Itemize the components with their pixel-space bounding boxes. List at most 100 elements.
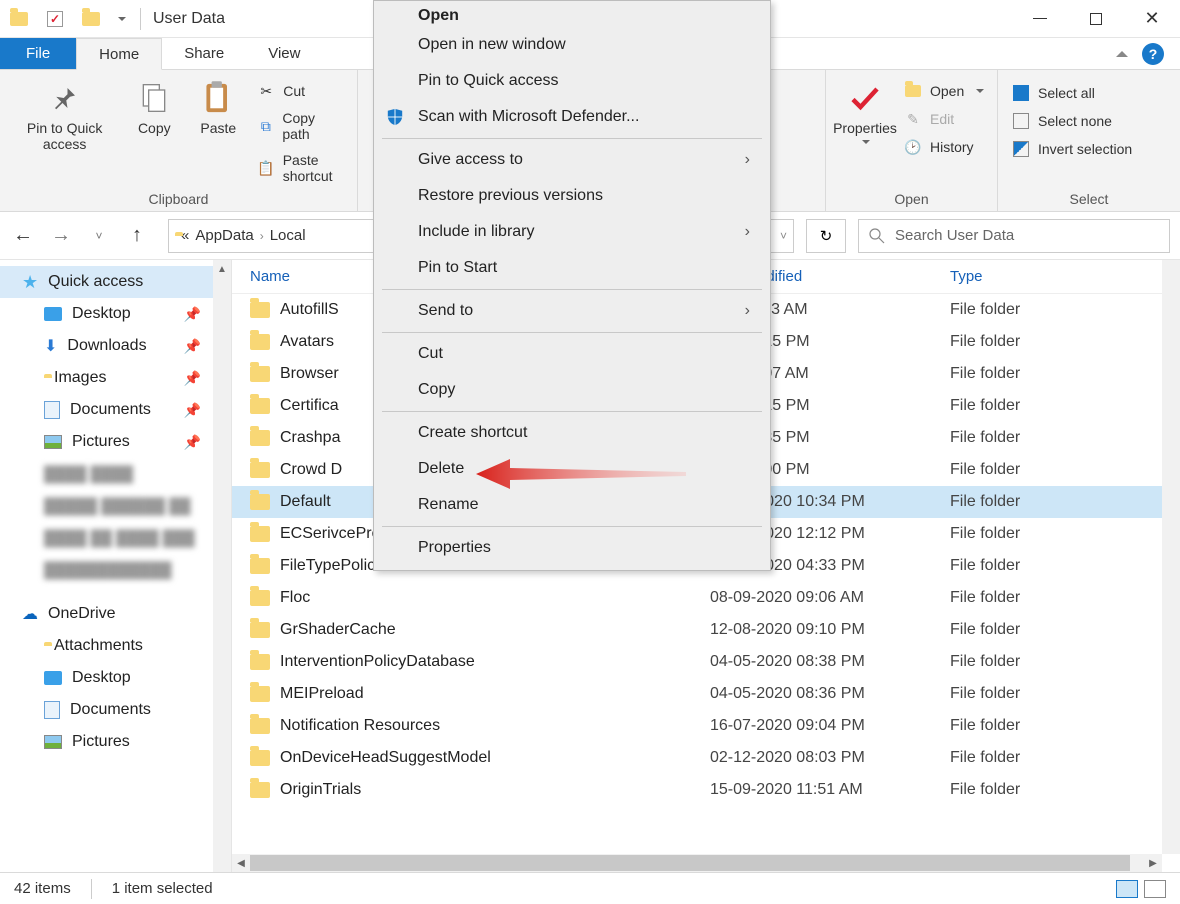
folder-icon xyxy=(8,8,30,30)
sidebar-images[interactable]: Images📌 xyxy=(0,362,231,394)
ctx-rename[interactable]: Rename xyxy=(374,487,770,523)
nav-recent-dropdown[interactable]: ˅ xyxy=(86,229,112,243)
sidebar-blurred-item[interactable]: ████████████ xyxy=(0,554,231,586)
ctx-properties[interactable]: Properties xyxy=(374,530,770,566)
folder-icon xyxy=(250,494,270,510)
sidebar: ▲ ★Quick access Desktop📌 ⬇Downloads📌 Ima… xyxy=(0,260,232,872)
breadcrumb-local[interactable]: Local xyxy=(270,227,306,244)
file-row[interactable]: OriginTrials15-09-2020 11:51 AMFile fold… xyxy=(232,774,1180,806)
ctx-send-to[interactable]: Send to› xyxy=(374,293,770,329)
file-type: File folder xyxy=(950,749,1180,767)
file-name: Notification Resources xyxy=(280,717,440,735)
search-input[interactable]: Search User Data xyxy=(858,219,1170,253)
folder-icon xyxy=(250,590,270,606)
refresh-button[interactable]: ↻ xyxy=(806,219,846,253)
sidebar-desktop[interactable]: Desktop📌 xyxy=(0,298,231,330)
copy-button[interactable]: Copy xyxy=(125,76,183,140)
file-type: File folder xyxy=(950,685,1180,703)
tab-view[interactable]: View xyxy=(246,38,322,69)
group-open-label: Open xyxy=(836,189,987,209)
qat-folder-icon[interactable] xyxy=(80,8,102,30)
file-row[interactable]: MEIPreload04-05-2020 08:36 PMFile folder xyxy=(232,678,1180,710)
file-row[interactable]: InterventionPolicyDatabase04-05-2020 08:… xyxy=(232,646,1180,678)
sidebar-blurred-item[interactable]: ████ ████ xyxy=(0,458,231,490)
history-button[interactable]: 🕑History xyxy=(900,136,988,158)
window-title: User Data xyxy=(153,10,225,28)
vertical-scrollbar[interactable] xyxy=(1162,260,1180,854)
paste-shortcut-button[interactable]: 📋Paste shortcut xyxy=(253,150,347,186)
view-icons-button[interactable] xyxy=(1144,880,1166,898)
chevron-down-icon[interactable]: ˅ xyxy=(780,229,787,243)
sidebar-attachments[interactable]: Attachments xyxy=(0,630,231,662)
pin-quick-access-button[interactable]: Pin to Quick access xyxy=(10,76,119,156)
sidebar-blurred-item[interactable]: █████ ██████ ██ xyxy=(0,490,231,522)
paste-button[interactable]: Paste xyxy=(189,76,247,140)
ctx-pin-start[interactable]: Pin to Start xyxy=(374,250,770,286)
sidebar-od-pictures[interactable]: Pictures xyxy=(0,726,231,758)
ctx-scan-defender[interactable]: Scan with Microsoft Defender... xyxy=(374,99,770,135)
file-row[interactable]: OnDeviceHeadSuggestModel02-12-2020 08:03… xyxy=(232,742,1180,774)
qat-properties-icon[interactable] xyxy=(44,8,66,30)
copy-path-button[interactable]: ⧉Copy path xyxy=(253,108,347,144)
sidebar-downloads[interactable]: ⬇Downloads📌 xyxy=(0,330,231,362)
search-icon xyxy=(869,228,885,244)
file-row[interactable]: Notification Resources16-07-2020 09:04 P… xyxy=(232,710,1180,742)
collapse-ribbon-icon[interactable] xyxy=(1116,51,1128,57)
view-details-button[interactable] xyxy=(1116,880,1138,898)
file-name: Certifica xyxy=(280,397,339,415)
breadcrumb-appdata[interactable]: AppData xyxy=(195,227,253,244)
sidebar-od-documents[interactable]: Documents xyxy=(0,694,231,726)
select-none-button[interactable]: Select none xyxy=(1008,110,1136,132)
file-type: File folder xyxy=(950,653,1180,671)
nav-up-button[interactable]: ↑ xyxy=(124,224,150,247)
tab-share[interactable]: Share xyxy=(162,38,246,69)
chevron-right-icon: › xyxy=(745,151,750,169)
sidebar-pictures[interactable]: Pictures📌 xyxy=(0,426,231,458)
ctx-cut[interactable]: Cut xyxy=(374,336,770,372)
properties-button[interactable]: Properties xyxy=(836,76,894,148)
sidebar-blurred-item[interactable]: ████ ██ ████ ███ xyxy=(0,522,231,554)
file-type: File folder xyxy=(950,621,1180,639)
ctx-delete[interactable]: Delete xyxy=(374,451,770,487)
ctx-pin-quick-access[interactable]: Pin to Quick access xyxy=(374,63,770,99)
minimize-button[interactable] xyxy=(1012,0,1068,38)
ctx-restore-versions[interactable]: Restore previous versions xyxy=(374,178,770,214)
cut-button[interactable]: ✂Cut xyxy=(253,80,347,102)
folder-icon xyxy=(250,366,270,382)
sidebar-onedrive[interactable]: ☁OneDrive xyxy=(0,598,231,630)
select-all-button[interactable]: Select all xyxy=(1008,82,1136,104)
open-button[interactable]: Open xyxy=(900,80,988,102)
folder-icon xyxy=(250,558,270,574)
ctx-create-shortcut[interactable]: Create shortcut xyxy=(374,415,770,451)
sidebar-quick-access[interactable]: ★Quick access xyxy=(0,266,231,298)
horizontal-scrollbar[interactable]: ◀▶ xyxy=(232,854,1162,872)
close-button[interactable]: ✕ xyxy=(1124,0,1180,38)
file-row[interactable]: GrShaderCache12-08-2020 09:10 PMFile fol… xyxy=(232,614,1180,646)
col-type[interactable]: Type xyxy=(950,268,1180,285)
file-type: File folder xyxy=(950,397,1180,415)
sidebar-documents[interactable]: Documents📌 xyxy=(0,394,231,426)
chevron-right-icon: › xyxy=(745,223,750,241)
ctx-give-access[interactable]: Give access to› xyxy=(374,142,770,178)
ctx-copy[interactable]: Copy xyxy=(374,372,770,408)
edit-button[interactable]: ✎Edit xyxy=(900,108,988,130)
nav-back-button[interactable]: ← xyxy=(10,224,36,247)
ctx-open-new-window[interactable]: Open in new window xyxy=(374,27,770,63)
tab-home[interactable]: Home xyxy=(76,38,162,70)
file-row[interactable]: Floc08-09-2020 09:06 AMFile folder xyxy=(232,582,1180,614)
file-name: AutofillS xyxy=(280,301,339,319)
nav-forward-button[interactable]: → xyxy=(48,224,74,247)
pin-label: Pin to Quick access xyxy=(18,120,111,152)
file-date: 02-12-2020 08:03 PM xyxy=(710,749,950,767)
help-icon[interactable]: ? xyxy=(1142,43,1164,65)
status-item-count: 42 items xyxy=(14,880,71,897)
sidebar-od-desktop[interactable]: Desktop xyxy=(0,662,231,694)
ctx-include-library[interactable]: Include in library› xyxy=(374,214,770,250)
paste-label: Paste xyxy=(200,120,236,136)
tab-file[interactable]: File xyxy=(0,38,76,69)
maximize-button[interactable] xyxy=(1068,0,1124,38)
ctx-open[interactable]: Open xyxy=(374,5,770,27)
qat-dropdown-icon[interactable] xyxy=(118,17,126,21)
invert-selection-button[interactable]: Invert selection xyxy=(1008,138,1136,160)
open-icon xyxy=(904,82,922,100)
